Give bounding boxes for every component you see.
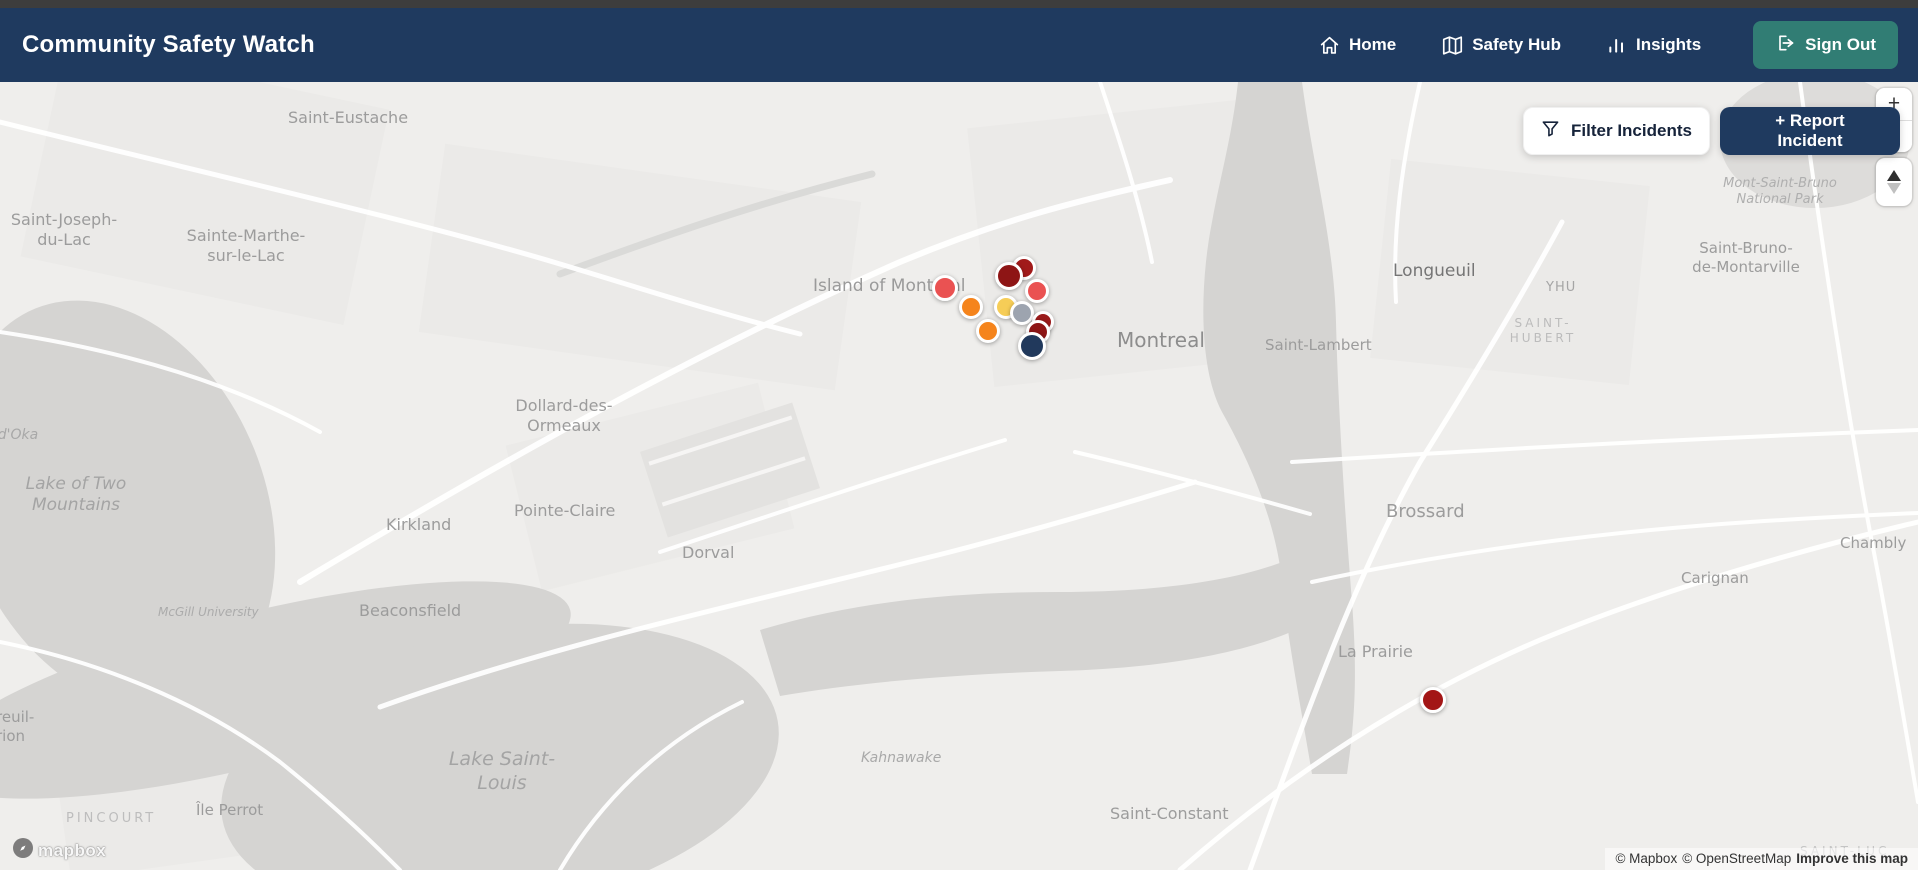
osm-attribution-link[interactable]: © OpenStreetMap — [1682, 851, 1791, 866]
mapbox-compass-icon — [12, 837, 34, 864]
mapbox-wordmark: mapbox — [38, 840, 107, 860]
report-incident-button[interactable]: + Report Incident — [1720, 107, 1900, 155]
incident-marker[interactable] — [976, 319, 1000, 343]
nav-label: Home — [1348, 35, 1397, 54]
nav-label: Safety Hub — [1472, 35, 1561, 54]
nav-label: Insights — [1636, 35, 1702, 54]
map-base-art — [0, 82, 1918, 870]
mapbox-attribution-link[interactable]: © Mapbox — [1615, 851, 1677, 866]
incident-marker[interactable] — [959, 295, 983, 319]
app-header: Community Safety Watch Home Safety Hub I… — [0, 8, 1918, 82]
funnel-icon — [1541, 119, 1560, 143]
home-icon — [1319, 35, 1340, 56]
sign-out-label: Sign Out — [1805, 35, 1876, 54]
nav-item-insights[interactable]: Insights — [1607, 35, 1701, 55]
incident-marker[interactable] — [1025, 279, 1049, 303]
sign-out-button[interactable]: Sign Out — [1753, 21, 1898, 69]
filter-incidents-button[interactable]: Filter Incidents — [1523, 107, 1710, 155]
mapbox-logo[interactable]: mapbox — [12, 837, 106, 864]
map-canvas[interactable]: Saint-Eustache Saint-Joseph- du-Lac Sainte… — [0, 82, 1918, 870]
map-attribution: © Mapbox © OpenStreetMap Improve this ma… — [1605, 848, 1918, 870]
log-out-icon — [1775, 33, 1795, 58]
incident-marker[interactable] — [995, 262, 1023, 290]
app-window: Community Safety Watch Home Safety Hub I… — [0, 0, 1918, 870]
incident-marker[interactable] — [932, 275, 958, 301]
bar-chart-icon — [1607, 35, 1627, 55]
map-compass-control[interactable] — [1876, 158, 1912, 206]
nav-item-home[interactable]: Home — [1319, 35, 1396, 56]
incident-marker[interactable] — [1018, 332, 1046, 360]
map-icon — [1442, 35, 1463, 56]
filter-incidents-label: Filter Incidents — [1571, 121, 1692, 140]
nav-item-safety-hub[interactable]: Safety Hub — [1442, 35, 1561, 56]
incident-marker[interactable] — [1420, 687, 1446, 713]
app-title: Community Safety Watch — [22, 31, 315, 58]
improve-map-link[interactable]: Improve this map — [1796, 851, 1908, 866]
report-incident-label: + Report Incident — [1775, 111, 1845, 150]
header-nav: Home Safety Hub Insights Sign Out — [1319, 21, 1898, 69]
compass-icon — [1887, 170, 1901, 194]
window-chrome-strip — [0, 0, 1918, 8]
